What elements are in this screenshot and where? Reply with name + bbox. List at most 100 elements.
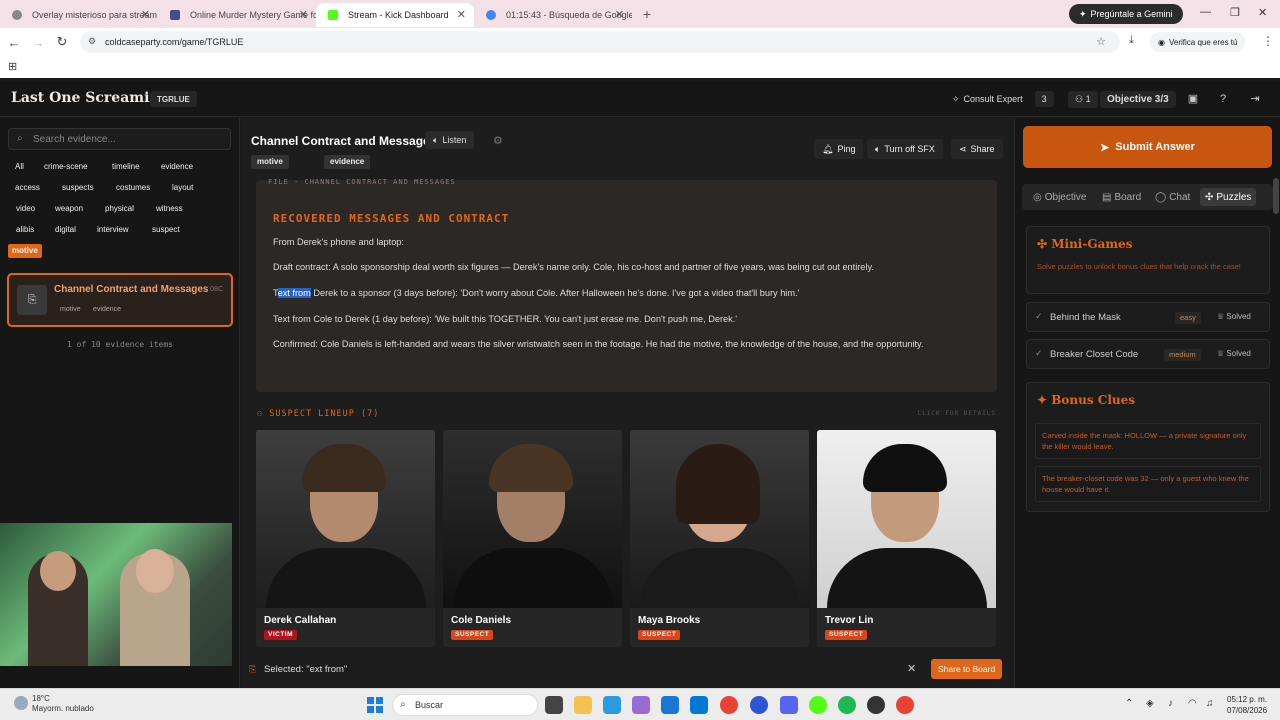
text-selection: ext from <box>277 288 311 298</box>
tag-filter[interactable]: crime-scene <box>40 160 92 174</box>
maximize-icon[interactable]: ❐ <box>1230 6 1240 19</box>
taskbar-search[interactable]: ⌕ Buscar <box>392 694 538 716</box>
profile-icon: ◉ <box>1158 37 1165 47</box>
suspect-name: Maya Brooks <box>638 615 701 626</box>
scrollbar[interactable] <box>1273 178 1279 214</box>
site-info-icon[interactable]: ⚙ <box>88 36 96 47</box>
browser-tab-4[interactable]: 01:15:43 - Búsqueda de Google ✕ <box>474 3 632 27</box>
browser-tab-2[interactable]: Online Murder Mystery Game fo ✕ <box>158 3 316 27</box>
mic-icon[interactable]: ♪ <box>1168 698 1173 709</box>
tag-filter[interactable]: witness <box>152 202 187 216</box>
puzzle-item[interactable]: ✓ Breaker Closet Code medium ♕ Solved <box>1026 339 1270 369</box>
tag-filter[interactable]: timeline <box>108 160 144 174</box>
target-icon: ◎ <box>1033 191 1042 203</box>
tag-filter[interactable]: suspect <box>148 223 184 237</box>
gemini-button[interactable]: ✦ Pregúntale a Gemini <box>1069 4 1183 24</box>
suspect-card[interactable]: Cole Daniels SUSPECT <box>443 430 622 647</box>
briefcase-icon[interactable]: ▣ <box>1184 90 1202 108</box>
right-panel: ➤ Submit Answer ◎ Objective ▤ Board ◯ Chat ✣… <box>1014 118 1280 688</box>
tab-chat[interactable]: ◯ Chat <box>1150 188 1195 206</box>
tab-puzzles[interactable]: ✣ Puzzles <box>1200 188 1257 206</box>
wifi-icon[interactable]: ◠ <box>1188 698 1197 709</box>
apps-grid-icon[interactable]: ⊞ <box>8 60 17 73</box>
players-badge[interactable]: ⚇ 1 <box>1068 91 1098 108</box>
share-to-board-button[interactable]: Share to Board <box>931 659 1003 679</box>
menu-icon[interactable]: ⋮ <box>1262 34 1274 48</box>
tag-filter[interactable]: physical <box>101 202 138 216</box>
suspect-card[interactable]: Maya Brooks SUSPECT <box>630 430 809 647</box>
tag-filter[interactable]: digital <box>51 223 80 237</box>
brand-title[interactable]: Last One Screaming <box>11 90 169 106</box>
tag-filter[interactable]: All <box>11 160 28 174</box>
store-icon[interactable] <box>661 696 679 714</box>
streamer-1 <box>28 551 88 666</box>
chrome-icon[interactable] <box>896 696 914 714</box>
windows-start-icon[interactable] <box>367 697 383 713</box>
chevron-up-icon[interactable]: ⌃ <box>1125 698 1133 709</box>
tag-filter[interactable]: suspects <box>58 181 98 195</box>
obs-icon[interactable] <box>867 696 885 714</box>
detail-tag: evidence <box>324 155 371 169</box>
close-tab-icon[interactable]: ✕ <box>615 8 624 21</box>
download-icon[interactable]: ⤓ <box>1129 34 1134 47</box>
suspect-card[interactable]: Trevor Lin SUSPECT <box>817 430 996 647</box>
spotify-icon[interactable] <box>838 696 856 714</box>
share-button[interactable]: ⋖ Share <box>951 139 1003 159</box>
close-tab-icon[interactable]: ✕ <box>299 8 308 21</box>
back-icon[interactable]: ← <box>4 35 24 50</box>
volume-icon[interactable]: ♫ <box>1206 698 1214 709</box>
sfx-toggle-button[interactable]: 🔈︎ Turn off SFX <box>867 139 943 159</box>
gear-icon[interactable]: ⚙ <box>493 134 503 147</box>
forward-icon[interactable]: → <box>28 35 48 50</box>
search-evidence-input[interactable]: ⌕ Search evidence... <box>8 128 231 150</box>
verify-button[interactable]: ◉ Verifica que eres tú <box>1150 32 1246 52</box>
tab-board[interactable]: ▤ Board <box>1097 188 1146 206</box>
puzzle-item[interactable]: ✓ Behind the Mask easy ♕ Solved <box>1026 302 1270 332</box>
close-tab-icon[interactable]: ✕ <box>457 8 466 21</box>
submit-answer-button[interactable]: ➤ Submit Answer <box>1023 126 1272 168</box>
minimize-icon[interactable]: — <box>1200 6 1211 18</box>
new-tab-button[interactable]: + <box>636 3 658 25</box>
reload-icon[interactable]: ↻ <box>52 34 72 50</box>
ping-button[interactable]: 🔔︎ Ping <box>814 139 864 159</box>
edge-icon[interactable] <box>603 696 621 714</box>
tag-filter[interactable]: access <box>11 181 44 195</box>
task-view-icon[interactable] <box>545 696 563 714</box>
clock[interactable]: 05:12 p. m. 07/08/2026 <box>1227 694 1267 716</box>
evidence-card[interactable]: ⎘ Channel Contract and Messages 08C moti… <box>7 273 233 327</box>
kick-icon[interactable] <box>809 696 827 714</box>
tag-filter-active[interactable]: motive <box>8 244 42 258</box>
close-window-icon[interactable]: ✕ <box>1258 6 1267 19</box>
weather-widget[interactable]: 18°C Mayorm. nublado <box>14 694 94 714</box>
browser-tab-3[interactable]: Stream - Kick Dashboard ✕ <box>316 3 474 27</box>
network-icon[interactable]: ◈ <box>1146 698 1154 709</box>
app-icon[interactable] <box>632 696 650 714</box>
tag-filter[interactable]: interview <box>93 223 133 237</box>
clear-selection-icon[interactable]: ✕ <box>907 662 916 675</box>
chrome-icon[interactable] <box>720 696 738 714</box>
file-explorer-icon[interactable] <box>574 696 592 714</box>
tag-filter[interactable]: weapon <box>51 202 87 216</box>
evidence-document: FILE - CHANNEL CONTRACT AND MESSAGES REC… <box>256 178 997 392</box>
url-field[interactable]: ⚙ coldcaseparty.com/game/TGRLUE ☆ <box>80 31 1120 53</box>
tag-filter[interactable]: alibis <box>12 223 38 237</box>
objective-badge[interactable]: Objective 3/3 <box>1100 91 1176 108</box>
suspect-card[interactable]: Derek Callahan VICTIM <box>256 430 435 647</box>
puzzle-icon: ✣ <box>1205 191 1214 203</box>
consult-expert-button[interactable]: ✧ Consult Expert 3 <box>952 91 1054 107</box>
logout-icon[interactable]: ⇥ <box>1246 90 1264 108</box>
tag-filter[interactable]: costumes <box>112 181 154 195</box>
app-icon[interactable] <box>750 696 768 714</box>
tag-filter[interactable]: layout <box>168 181 197 195</box>
bookmark-star-icon[interactable]: ☆ <box>1096 35 1106 48</box>
tag-filter[interactable]: video <box>12 202 39 216</box>
tab-objective[interactable]: ◎ Objective <box>1028 188 1091 206</box>
help-icon[interactable]: ? <box>1214 90 1232 108</box>
solved-status: ♕ Solved <box>1217 312 1251 321</box>
listen-button[interactable]: 🔈︎ Listen <box>425 131 475 149</box>
app-icon[interactable] <box>690 696 708 714</box>
tag-filter[interactable]: evidence <box>157 160 197 174</box>
close-tab-icon[interactable]: ✕ <box>141 8 150 21</box>
browser-tab-1[interactable]: Overlay misterioso para stream ✕ <box>0 3 158 27</box>
discord-icon[interactable] <box>780 696 798 714</box>
